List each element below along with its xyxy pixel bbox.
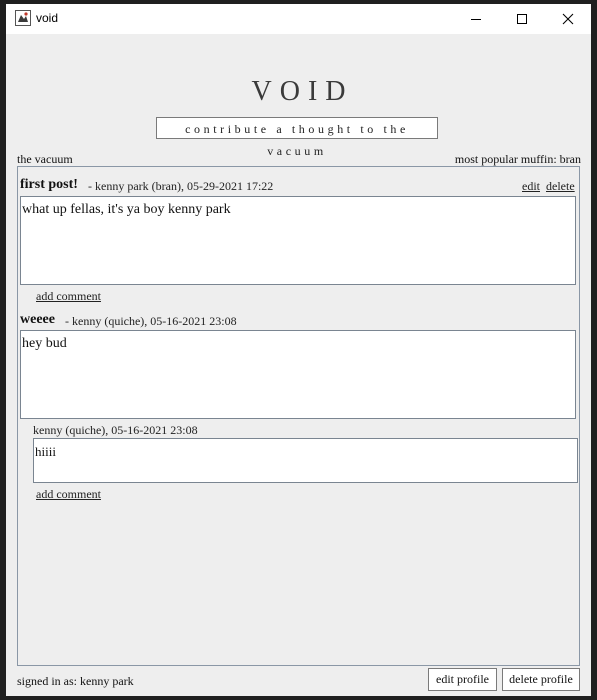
contribute-button[interactable]: contribute a thought to the vacuum [156,117,438,158]
popular-muffin-label: most popular muffin: bran [454,152,581,166]
add-comment-link[interactable]: add comment [36,487,101,502]
post-body[interactable]: hey bud [20,330,576,419]
post-title: weeee [20,312,55,327]
delete-post-link[interactable]: delete [546,179,575,194]
minimize-icon [471,19,481,20]
minimize-button[interactable] [453,4,499,34]
post-meta: - kenny (quiche), 05-16-2021 23:08 [65,314,237,328]
edit-profile-button[interactable]: edit profile [428,668,497,691]
post-feed[interactable]: first post! - kenny park (bran), 05-29-2… [17,166,580,666]
app-title: VOID [251,76,354,107]
maximize-icon [517,14,527,24]
close-icon [562,13,574,25]
maximize-button[interactable] [499,4,545,34]
post-title: first post! [20,177,78,192]
delete-profile-button[interactable]: delete profile [502,668,580,691]
close-button[interactable] [545,4,591,34]
edit-post-link[interactable]: edit [522,179,540,194]
feed-label: the vacuum [17,152,73,166]
post-header: weeee - kenny (quiche), 05-16-2021 23:08 [20,312,576,332]
post-header: first post! - kenny park (bran), 05-29-2… [20,177,576,197]
comment-meta: kenny (quiche), 05-16-2021 23:08 [33,423,198,437]
app-window: void VOID contribute a thought to the va… [6,4,591,696]
window-title: void [36,11,59,25]
java-app-icon [15,10,31,26]
signed-in-label: signed in as: kenny park [17,674,134,688]
title-bar[interactable]: void [6,4,591,34]
post-body[interactable]: what up fellas, it's ya boy kenny park [20,196,576,285]
comment-body[interactable]: hiiii [33,438,578,483]
add-comment-link[interactable]: add comment [36,289,101,304]
post-meta: - kenny park (bran), 05-29-2021 17:22 [88,179,274,193]
